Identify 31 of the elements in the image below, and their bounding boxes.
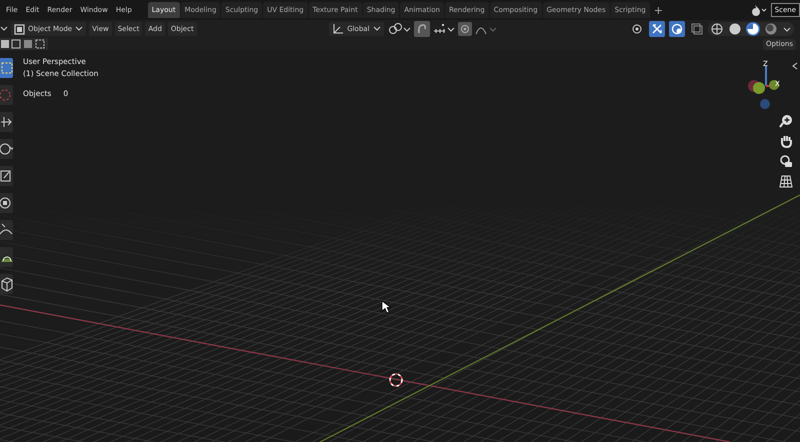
cursor-tool-icon[interactable] (0, 85, 13, 105)
axes-icon (332, 23, 344, 35)
grid-icon[interactable] (779, 174, 793, 188)
gizmo-toggle-icon[interactable] (649, 21, 665, 37)
zoom-icon[interactable] (779, 114, 793, 128)
annotate-tool-icon[interactable] (0, 220, 13, 240)
rendered-shading-icon[interactable] (764, 22, 778, 36)
hand-icon[interactable] (779, 134, 793, 148)
rotate-tool-icon[interactable] (0, 139, 13, 159)
object-icon (14, 24, 25, 34)
overlays-toggle-icon[interactable] (669, 21, 685, 37)
xray-toggle-icon[interactable] (689, 21, 705, 37)
transform-tool-icon[interactable] (0, 193, 13, 213)
caret-icon (372, 25, 381, 33)
scene-icon[interactable] (750, 3, 767, 17)
caret-icon (75, 25, 84, 33)
selection-mode-icon[interactable] (0, 38, 48, 50)
3d-cursor-icon (388, 372, 404, 388)
wireframe-shading-icon[interactable] (710, 22, 724, 36)
cube-tool-icon[interactable] (0, 274, 13, 294)
select-tool-icon[interactable] (0, 58, 13, 78)
pivot-icon[interactable] (458, 22, 472, 36)
link-icon[interactable] (386, 22, 411, 36)
add-workspace-button[interactable]: + (650, 4, 666, 16)
scale-tool-icon[interactable] (0, 166, 13, 186)
mouse-pointer-icon (381, 300, 391, 314)
move-tool-icon[interactable] (0, 112, 13, 132)
measure-tool-icon[interactable] (0, 247, 13, 267)
material-shading-icon[interactable] (746, 22, 760, 36)
solid-shading-icon[interactable] (728, 22, 742, 36)
snap-icon[interactable] (432, 22, 455, 36)
